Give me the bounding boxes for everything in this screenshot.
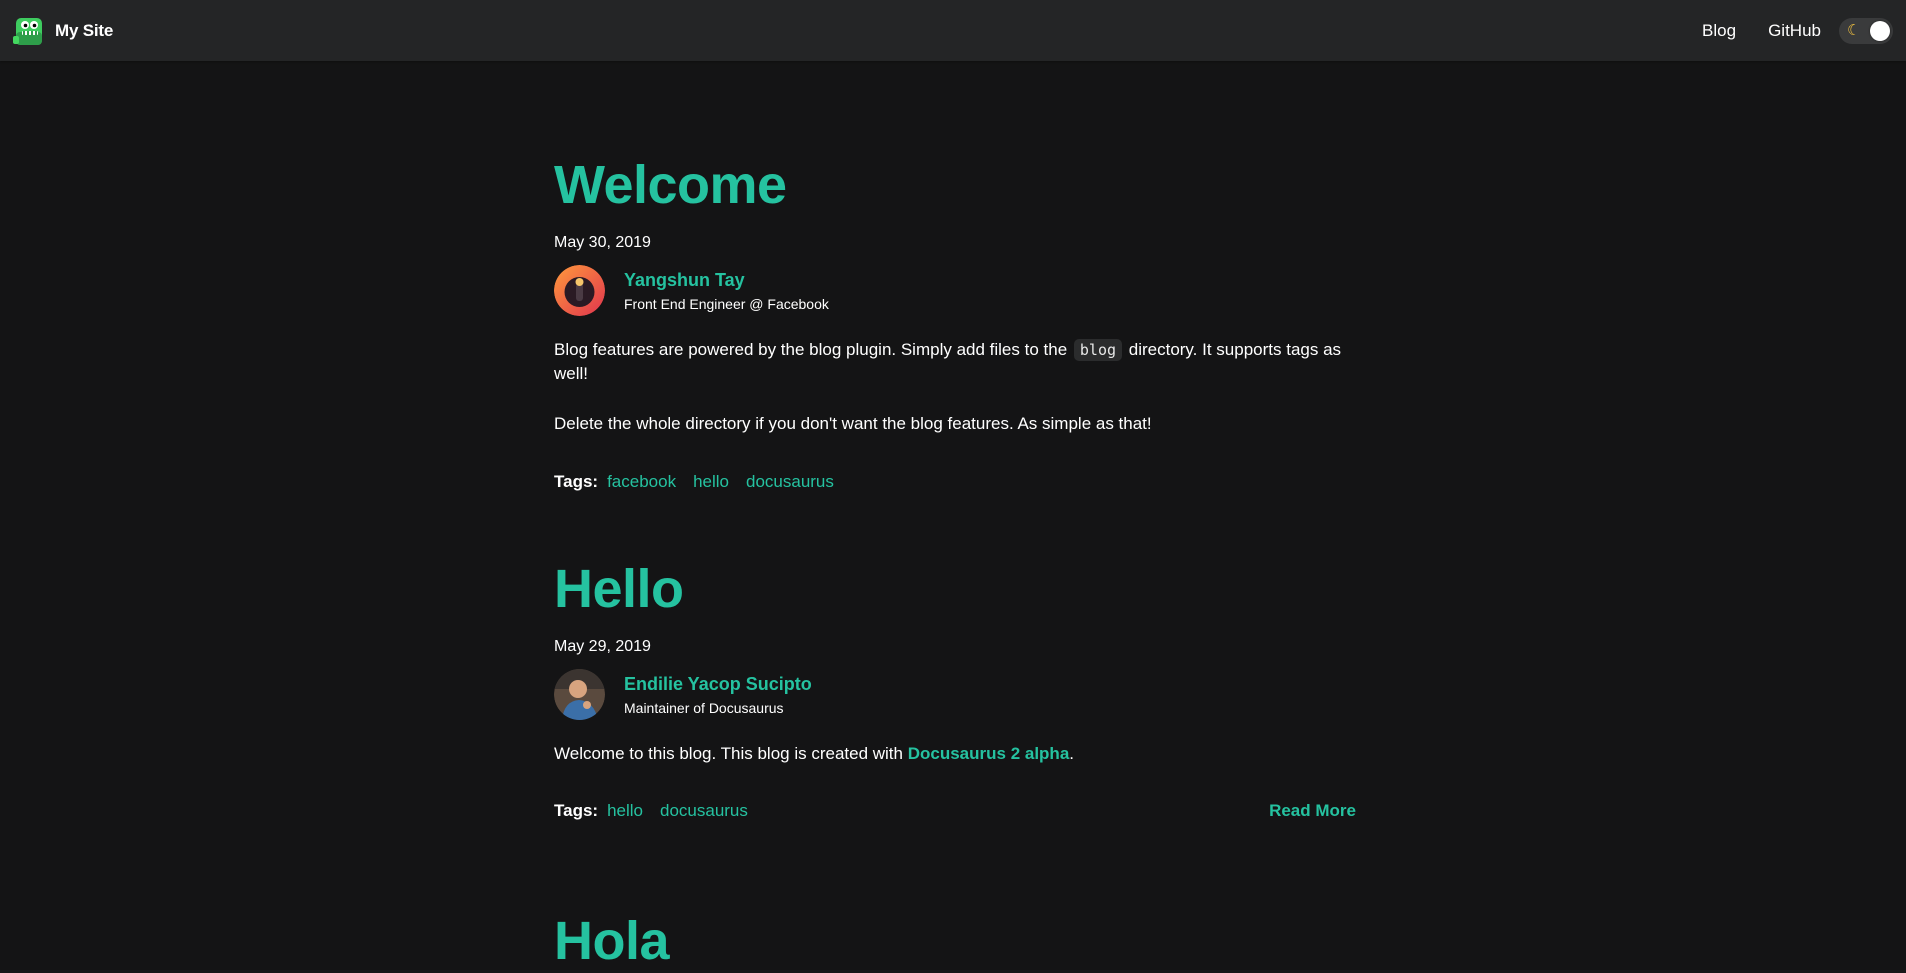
tags-label: Tags:	[554, 801, 599, 820]
read-more-link[interactable]: Read More	[1269, 801, 1356, 821]
site-brand-link[interactable]: My Site	[13, 14, 113, 48]
docusaurus-link[interactable]: Docusaurus 2 alpha	[908, 744, 1070, 763]
post-date: May 30, 2019	[554, 234, 651, 251]
post-author: Endilie Yacop Sucipto Maintainer of Docu…	[554, 669, 1356, 720]
post-tags: Tags: facebook hello docusaurus	[554, 472, 851, 492]
navbar-right: Blog GitHub ☾	[1670, 17, 1893, 44]
author-avatar[interactable]	[554, 669, 605, 720]
author-avatar[interactable]	[554, 265, 605, 316]
moon-icon: ☾	[1847, 21, 1861, 39]
author-title: Maintainer of Docusaurus	[624, 699, 784, 716]
tag-link[interactable]: docusaurus	[660, 801, 748, 821]
avatar-image	[554, 265, 605, 316]
blog-post: Hola	[554, 909, 1356, 973]
post-tags: Tags: hello docusaurus	[554, 801, 765, 821]
tag-link[interactable]: hello	[693, 472, 729, 492]
post-title[interactable]: Hola	[554, 909, 1356, 973]
paragraph-text: .	[1069, 744, 1075, 763]
post-body: Blog features are powered by the blog pl…	[554, 338, 1356, 436]
tag-link[interactable]: docusaurus	[746, 472, 834, 492]
blog-post: Hello May 29, 2019 Endilie Yacop Sucipto…	[554, 557, 1356, 821]
blog-post: Welcome May 30, 2019 Yangshun Tay Front …	[554, 153, 1356, 492]
post-paragraph: Welcome to this blog. This blog is creat…	[554, 742, 1356, 766]
site-title: My Site	[55, 20, 114, 40]
post-paragraph: Delete the whole directory if you don't …	[554, 414, 1152, 433]
post-footer: Tags: facebook hello docusaurus	[554, 472, 1356, 492]
author-info: Yangshun Tay Front End Engineer @ Facebo…	[624, 269, 829, 313]
avatar-image	[554, 669, 605, 720]
inline-code: blog	[1073, 339, 1123, 361]
nav-link-github[interactable]: GitHub	[1768, 21, 1821, 41]
author-title: Front End Engineer @ Facebook	[624, 295, 829, 312]
nav-link-blog[interactable]: Blog	[1702, 21, 1736, 41]
post-paragraph: Blog features are powered by the blog pl…	[554, 338, 1356, 386]
author-name[interactable]: Endilie Yacop Sucipto	[624, 673, 812, 695]
tag-link[interactable]: facebook	[607, 472, 676, 492]
theme-toggle[interactable]: ☾	[1839, 17, 1893, 44]
author-name[interactable]: Yangshun Tay	[624, 269, 829, 291]
paragraph-text: Blog features are powered by the blog pl…	[554, 340, 1068, 359]
navbar: My Site Blog GitHub ☾	[0, 0, 1906, 61]
post-date: May 29, 2019	[554, 638, 651, 655]
author-info: Endilie Yacop Sucipto Maintainer of Docu…	[624, 673, 812, 717]
post-body: Welcome to this blog. This blog is creat…	[554, 742, 1356, 766]
post-footer: Tags: hello docusaurus Read More	[554, 801, 1356, 821]
docusaurus-logo-icon	[13, 17, 42, 45]
paragraph-text: Welcome to this blog. This blog is creat…	[554, 744, 903, 763]
tag-link[interactable]: hello	[607, 801, 643, 821]
toggle-knob	[1870, 20, 1890, 41]
post-author: Yangshun Tay Front End Engineer @ Facebo…	[554, 265, 1356, 316]
post-title[interactable]: Hello	[554, 557, 1356, 621]
post-title[interactable]: Welcome	[554, 153, 1356, 217]
main-content: Welcome May 30, 2019 Yangshun Tay Front …	[0, 61, 1906, 973]
tags-label: Tags:	[554, 472, 599, 491]
